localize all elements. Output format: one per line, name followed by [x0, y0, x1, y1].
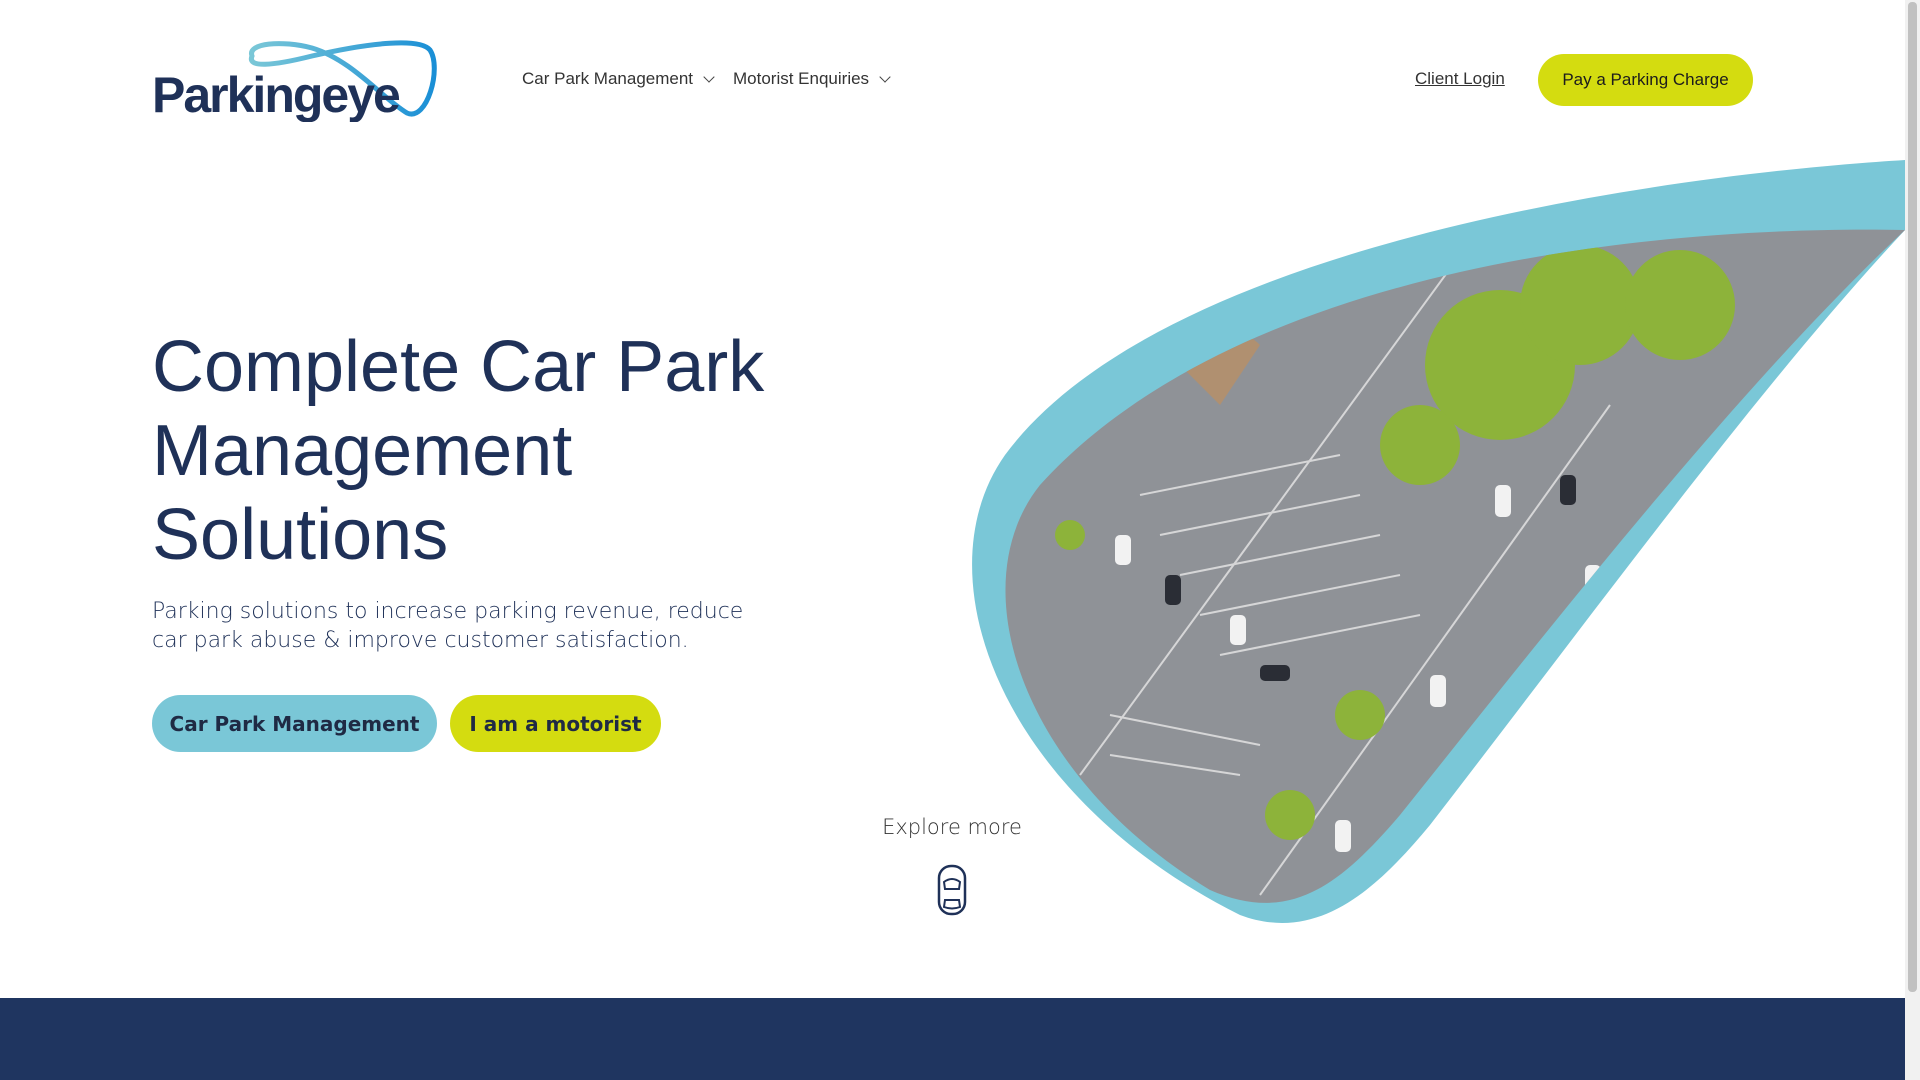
- chevron-down-icon: [703, 70, 715, 83]
- hero-subtitle: Parking solutions to increase parking re…: [152, 599, 744, 653]
- logo[interactable]: Parkingeye: [152, 38, 454, 123]
- motorist-button[interactable]: I am a motorist: [450, 695, 661, 752]
- logo-text: Parkingeye: [152, 67, 400, 122]
- nav-car-park-management[interactable]: Car Park Management: [522, 69, 715, 89]
- chevron-down-icon: [879, 70, 891, 83]
- nav-label: Motorist Enquiries: [733, 69, 870, 88]
- car-icon[interactable]: [935, 864, 969, 916]
- car-park-management-button[interactable]: Car Park Management: [152, 695, 437, 752]
- nav-motorist-enquiries[interactable]: Motorist Enquiries: [733, 69, 891, 89]
- pay-parking-charge-button[interactable]: Pay a Parking Charge: [1538, 54, 1753, 106]
- logo-swoosh-icon: Parkingeye: [152, 40, 437, 123]
- footer-band: [0, 998, 1905, 1080]
- scrollbar-thumb[interactable]: [1908, 2, 1917, 992]
- hero-car-park-image: [972, 160, 1905, 923]
- explore-more-label[interactable]: Explore more: [852, 815, 1052, 839]
- client-login-link[interactable]: Client Login: [1415, 69, 1505, 89]
- page-title: Complete Car Park Management Solutions: [152, 327, 765, 575]
- nav-label: Car Park Management: [522, 69, 694, 88]
